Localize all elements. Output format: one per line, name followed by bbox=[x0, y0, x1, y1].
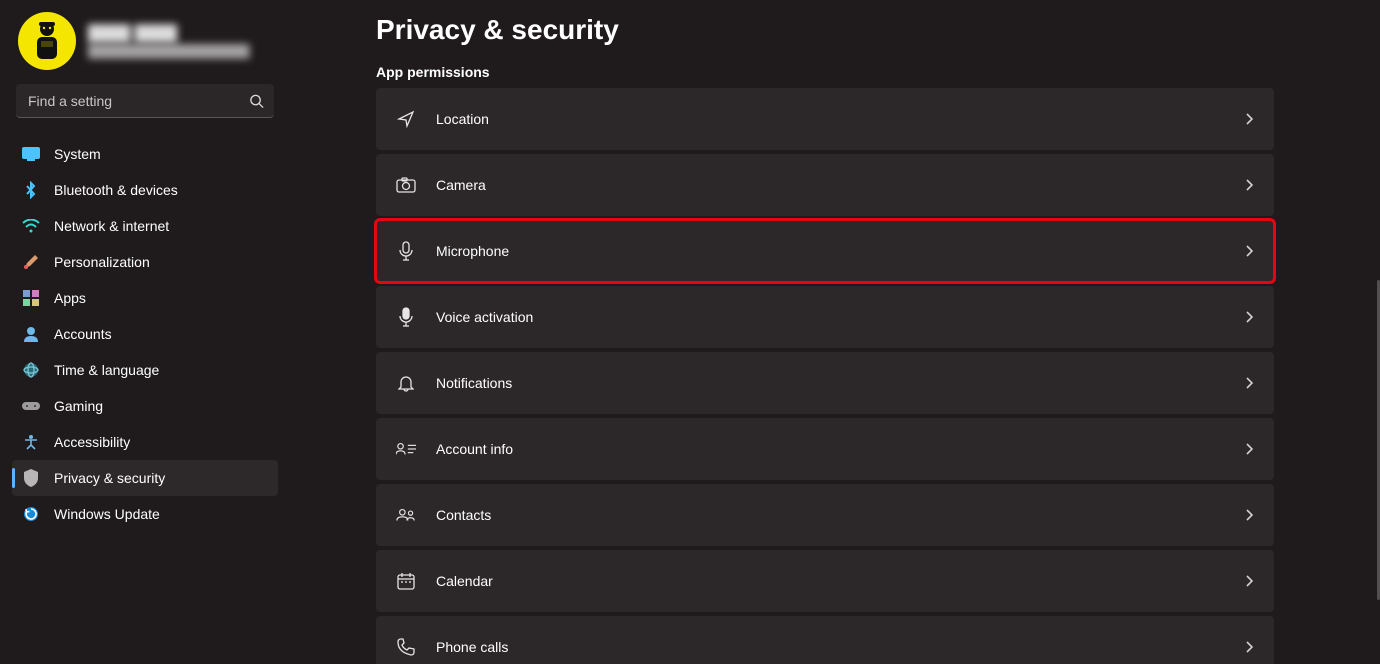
row-label: Contacts bbox=[436, 507, 491, 523]
sidebar: ████ ████ ███████████████████ System Blu… bbox=[0, 0, 290, 664]
system-icon bbox=[22, 147, 40, 161]
phone-icon bbox=[396, 638, 416, 656]
update-icon bbox=[22, 506, 40, 522]
bluetooth-icon bbox=[22, 181, 40, 199]
search-container bbox=[16, 84, 274, 118]
profile-text: ████ ████ ███████████████████ bbox=[88, 25, 250, 58]
avatar bbox=[18, 12, 76, 70]
row-phone-calls[interactable]: Phone calls bbox=[376, 616, 1274, 664]
chevron-right-icon bbox=[1245, 376, 1254, 390]
sidebar-item-label: Accounts bbox=[54, 326, 112, 342]
sidebar-item-label: System bbox=[54, 146, 101, 162]
chevron-right-icon bbox=[1245, 640, 1254, 654]
row-label: Camera bbox=[436, 177, 486, 193]
globe-icon bbox=[22, 362, 40, 378]
bell-icon bbox=[396, 374, 416, 392]
row-account-info[interactable]: Account info bbox=[376, 418, 1274, 480]
contacts-icon bbox=[396, 507, 416, 523]
row-camera[interactable]: Camera bbox=[376, 154, 1274, 216]
sidebar-item-gaming[interactable]: Gaming bbox=[12, 388, 278, 424]
sidebar-item-label: Network & internet bbox=[54, 218, 169, 234]
main-content: Privacy & security App permissions Locat… bbox=[290, 0, 1380, 664]
sidebar-item-label: Bluetooth & devices bbox=[54, 182, 178, 198]
sidebar-item-network[interactable]: Network & internet bbox=[12, 208, 278, 244]
row-label: Phone calls bbox=[436, 639, 508, 655]
sidebar-item-label: Windows Update bbox=[54, 506, 160, 522]
row-label: Calendar bbox=[436, 573, 493, 589]
sidebar-item-apps[interactable]: Apps bbox=[12, 280, 278, 316]
profile-name: ████ ████ bbox=[88, 25, 250, 42]
wifi-icon bbox=[22, 219, 40, 233]
row-voice-activation[interactable]: Voice activation bbox=[376, 286, 1274, 348]
row-label: Notifications bbox=[436, 375, 512, 391]
chevron-right-icon bbox=[1245, 112, 1254, 126]
sidebar-item-system[interactable]: System bbox=[12, 136, 278, 172]
sidebar-nav: System Bluetooth & devices Network & int… bbox=[12, 136, 278, 532]
accessibility-icon bbox=[22, 434, 40, 450]
row-calendar[interactable]: Calendar bbox=[376, 550, 1274, 612]
voice-activation-icon bbox=[396, 307, 416, 327]
sidebar-item-label: Accessibility bbox=[54, 434, 130, 450]
row-label: Location bbox=[436, 111, 489, 127]
sidebar-item-label: Time & language bbox=[54, 362, 159, 378]
person-icon bbox=[22, 326, 40, 342]
sidebar-item-accounts[interactable]: Accounts bbox=[12, 316, 278, 352]
row-label: Voice activation bbox=[436, 309, 533, 325]
sidebar-item-label: Privacy & security bbox=[54, 470, 165, 486]
chevron-right-icon bbox=[1245, 244, 1254, 258]
permissions-list: Location Camera Microphone Voice activat… bbox=[376, 88, 1274, 664]
camera-icon bbox=[396, 177, 416, 193]
row-location[interactable]: Location bbox=[376, 88, 1274, 150]
chevron-right-icon bbox=[1245, 508, 1254, 522]
gamepad-icon bbox=[22, 400, 40, 412]
sidebar-item-bluetooth[interactable]: Bluetooth & devices bbox=[12, 172, 278, 208]
chevron-right-icon bbox=[1245, 178, 1254, 192]
sidebar-item-windows-update[interactable]: Windows Update bbox=[12, 496, 278, 532]
page-title: Privacy & security bbox=[376, 14, 1380, 46]
sidebar-item-accessibility[interactable]: Accessibility bbox=[12, 424, 278, 460]
row-notifications[interactable]: Notifications bbox=[376, 352, 1274, 414]
sidebar-item-time-language[interactable]: Time & language bbox=[12, 352, 278, 388]
chevron-right-icon bbox=[1245, 442, 1254, 456]
sidebar-item-label: Apps bbox=[54, 290, 86, 306]
sidebar-item-label: Personalization bbox=[54, 254, 150, 270]
calendar-icon bbox=[396, 572, 416, 590]
profile-email: ███████████████████ bbox=[88, 44, 250, 58]
chevron-right-icon bbox=[1245, 310, 1254, 324]
row-microphone[interactable]: Microphone bbox=[376, 220, 1274, 282]
apps-icon bbox=[22, 290, 40, 306]
search-input[interactable] bbox=[16, 84, 274, 118]
location-icon bbox=[396, 110, 416, 128]
brush-icon bbox=[22, 254, 40, 270]
shield-icon bbox=[22, 469, 40, 487]
section-title: App permissions bbox=[376, 64, 1380, 80]
chevron-right-icon bbox=[1245, 574, 1254, 588]
row-label: Microphone bbox=[436, 243, 509, 259]
search-icon[interactable] bbox=[249, 94, 264, 109]
row-contacts[interactable]: Contacts bbox=[376, 484, 1274, 546]
account-info-icon bbox=[396, 441, 416, 457]
sidebar-item-label: Gaming bbox=[54, 398, 103, 414]
sidebar-item-privacy-security[interactable]: Privacy & security bbox=[12, 460, 278, 496]
profile-block[interactable]: ████ ████ ███████████████████ bbox=[12, 8, 278, 84]
row-label: Account info bbox=[436, 441, 513, 457]
avatar-figure-icon bbox=[30, 19, 64, 63]
sidebar-item-personalization[interactable]: Personalization bbox=[12, 244, 278, 280]
microphone-icon bbox=[396, 241, 416, 261]
